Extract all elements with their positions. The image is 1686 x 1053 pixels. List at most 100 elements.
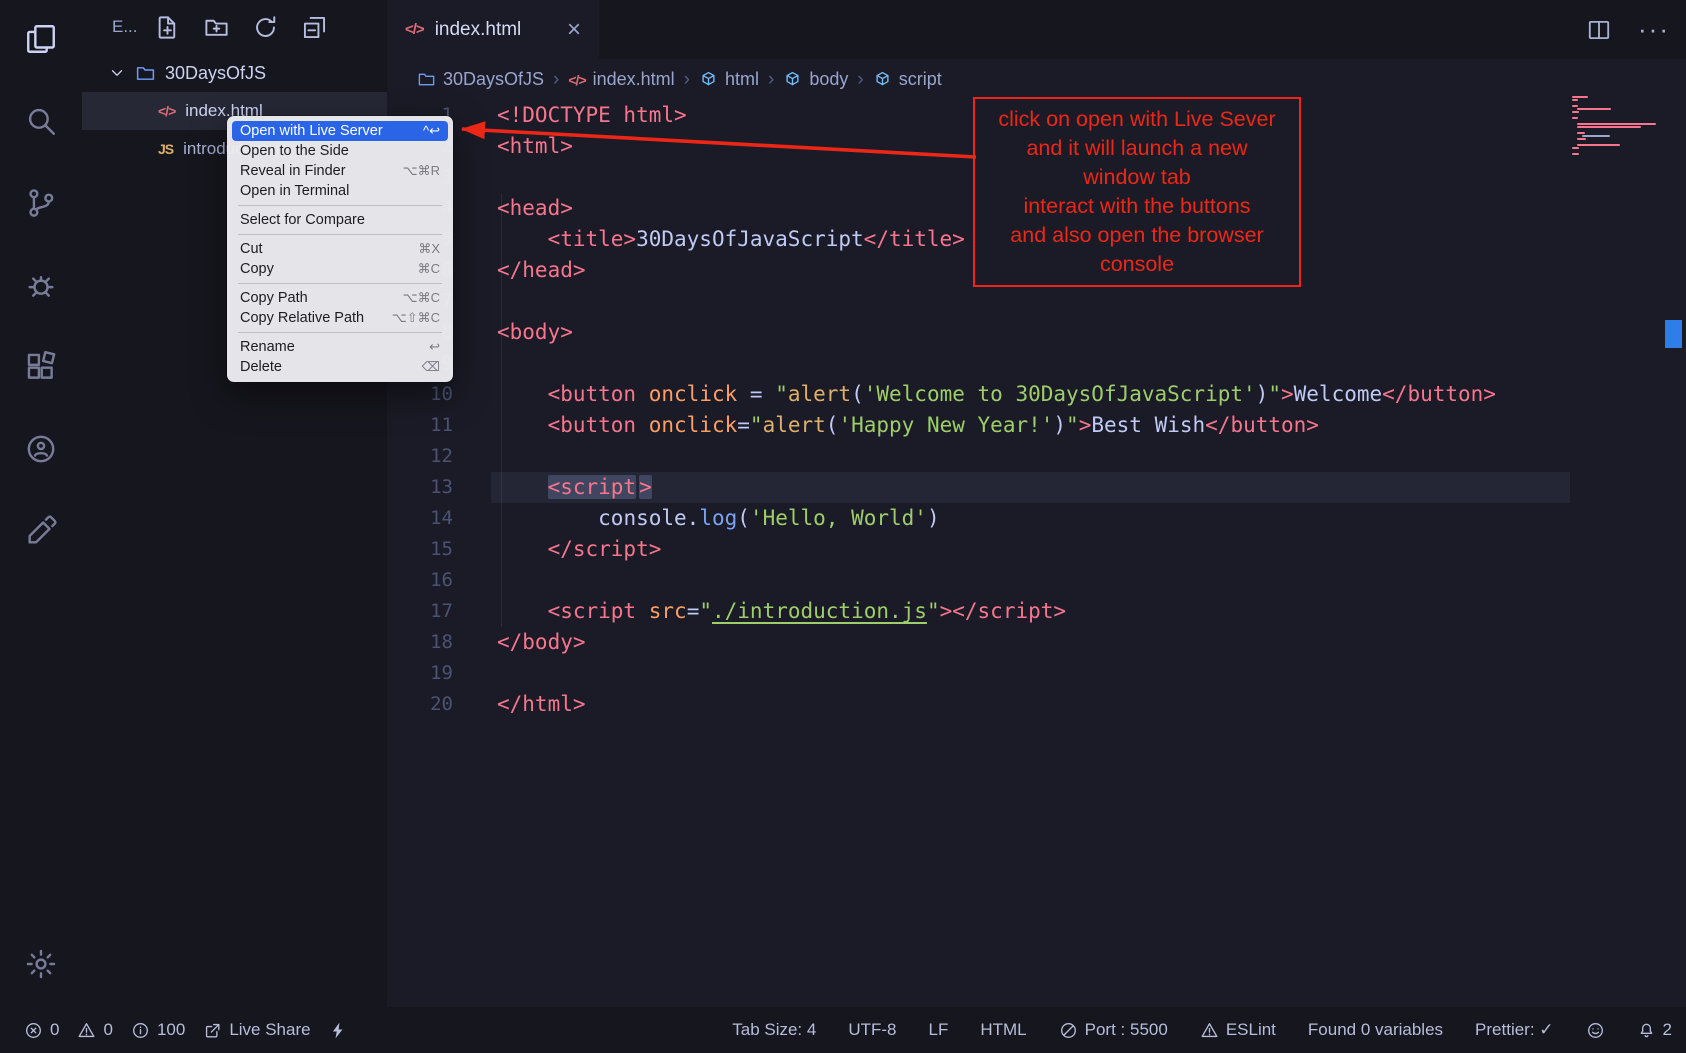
status-lightning[interactable] <box>329 1021 348 1040</box>
activity-source-control-button[interactable] <box>24 186 58 220</box>
code-line[interactable]: 12 <box>387 441 1556 472</box>
minimap-line <box>1577 138 1586 140</box>
code-text[interactable]: console.log('Hello, World') <box>497 503 940 534</box>
line-number[interactable]: 20 <box>387 689 453 720</box>
status-utf-8[interactable]: UTF-8 <box>848 1020 896 1040</box>
code-line[interactable]: 8<body> <box>387 317 1556 348</box>
more-actions-icon[interactable]: ··· <box>1638 14 1670 45</box>
code-text[interactable]: </head> <box>497 255 586 286</box>
line-number[interactable]: 13 <box>387 472 453 503</box>
status-smiley[interactable] <box>1586 1021 1605 1040</box>
line-number[interactable]: 18 <box>387 627 453 658</box>
code-text[interactable]: <html> <box>497 131 573 162</box>
folder-row-30daysofjs[interactable]: 30DaysOfJS <box>82 54 387 92</box>
scrollbar-marker[interactable] <box>1665 320 1682 348</box>
line-number[interactable]: 16 <box>387 565 453 596</box>
status-0[interactable]: 0 <box>24 1020 59 1040</box>
menu-item-open-to-the-side[interactable]: Open to the Side <box>232 141 448 161</box>
code-line[interactable]: 3 <box>387 162 1556 193</box>
status-eslint[interactable]: ESLint <box>1200 1020 1276 1040</box>
code-text[interactable]: <script> <box>497 472 652 503</box>
activity-extensions-button[interactable] <box>24 350 58 384</box>
status-live-share[interactable]: Live Share <box>203 1020 310 1040</box>
code-line[interactable]: 6</head> <box>387 255 1556 286</box>
new-file-button[interactable] <box>154 14 181 41</box>
code-text[interactable]: <button onclick="alert('Happy New Year!'… <box>497 410 1319 441</box>
annotation-box: click on open with Live Severand it will… <box>973 97 1301 287</box>
code-line[interactable]: 11 <button onclick="alert('Happy New Yea… <box>387 410 1556 441</box>
status-2[interactable]: 2 <box>1637 1020 1672 1040</box>
line-number[interactable]: 17 <box>387 596 453 627</box>
minimap[interactable] <box>1572 96 1660 155</box>
collapse-all-button[interactable] <box>301 14 328 41</box>
menu-item-cut[interactable]: Cut⌘X <box>232 239 448 259</box>
menu-item-copy[interactable]: Copy⌘C <box>232 259 448 279</box>
line-number[interactable]: 14 <box>387 503 453 534</box>
settings-gear-button[interactable] <box>24 947 58 981</box>
code-text[interactable]: <title>30DaysOfJavaScript</title> <box>497 224 965 255</box>
activity-live-share-button[interactable] <box>24 432 58 466</box>
status-0[interactable]: 0 <box>77 1020 112 1040</box>
code-text[interactable]: </html> <box>497 689 586 720</box>
code-line[interactable]: 7 <box>387 286 1556 317</box>
menu-item-rename[interactable]: Rename↩ <box>232 337 448 357</box>
menu-item-copy-path[interactable]: Copy Path⌥⌘C <box>232 288 448 308</box>
line-number[interactable]: 11 <box>387 410 453 441</box>
code-line[interactable]: 15 </script> <box>387 534 1556 565</box>
minimap-line <box>1577 126 1641 128</box>
line-number[interactable]: 15 <box>387 534 453 565</box>
code-line[interactable]: 16 <box>387 565 1556 596</box>
code-text[interactable]: <body> <box>497 317 573 348</box>
status-100[interactable]: 100 <box>131 1020 185 1040</box>
code-text[interactable]: <!DOCTYPE html> <box>497 100 687 131</box>
code-text[interactable]: <button onclick = "alert('Welcome to 30D… <box>497 379 1496 410</box>
breadcrumb-30daysofjs[interactable]: 30DaysOfJS <box>417 69 544 90</box>
code-line[interactable]: 13 <script> <box>387 472 1556 503</box>
breadcrumb-body[interactable]: body <box>783 69 848 90</box>
breadcrumb-script[interactable]: script <box>873 69 942 90</box>
code-line[interactable]: 5 <title>30DaysOfJavaScript</title> <box>387 224 1556 255</box>
status-tab-size-4[interactable]: Tab Size: 4 <box>732 1020 816 1040</box>
code-area[interactable]: 1<!DOCTYPE html>2<html>34<head>5 <title>… <box>387 100 1556 1007</box>
menu-item-delete[interactable]: Delete⌫ <box>232 357 448 377</box>
code-line[interactable]: 14 console.log('Hello, World') <box>387 503 1556 534</box>
menu-item-open-with-live-server[interactable]: Open with Live Server^↩ <box>232 121 448 141</box>
activity-run-debug-button[interactable] <box>24 268 58 302</box>
menu-shortcut: ⌘X <box>418 241 440 257</box>
code-text[interactable]: <script src="./introduction.js"></script… <box>497 596 1066 627</box>
code-text[interactable]: </script> <box>497 534 661 565</box>
split-editor-icon[interactable] <box>1586 17 1612 43</box>
code-line[interactable]: 1<!DOCTYPE html> <box>387 100 1556 131</box>
menu-item-reveal-in-finder[interactable]: Reveal in Finder⌥⌘R <box>232 161 448 181</box>
activity-annotate-button[interactable] <box>24 514 58 548</box>
breadcrumb-html[interactable]: html <box>699 69 759 90</box>
close-tab-icon[interactable]: × <box>567 18 581 42</box>
code-line[interactable]: 19 <box>387 658 1556 689</box>
code-line[interactable]: 2<html> <box>387 131 1556 162</box>
code-line[interactable]: 9 <box>387 348 1556 379</box>
line-number[interactable]: 12 <box>387 441 453 472</box>
status-lf[interactable]: LF <box>929 1020 949 1040</box>
menu-item-copy-relative-path[interactable]: Copy Relative Path⌥⇧⌘C <box>232 308 448 328</box>
breadcrumb-index-html[interactable]: </>index.html <box>568 69 674 90</box>
status-port-5500[interactable]: Port : 5500 <box>1059 1020 1168 1040</box>
activity-explorer-button[interactable] <box>24 22 58 56</box>
status-html[interactable]: HTML <box>980 1020 1026 1040</box>
activity-search-button[interactable] <box>24 104 58 138</box>
line-number[interactable]: 19 <box>387 658 453 689</box>
code-line[interactable]: 18 </body> <box>387 627 1556 658</box>
code-line[interactable]: 17 <script src="./introduction.js"></scr… <box>387 596 1556 627</box>
code-line[interactable]: 4<head> <box>387 193 1556 224</box>
code-text[interactable]: <head> <box>497 193 573 224</box>
code-line[interactable]: 20 </html> <box>387 689 1556 720</box>
status-prettier[interactable]: Prettier: ✓ <box>1475 1020 1553 1040</box>
tab-index-html[interactable]: </> index.html × <box>387 0 599 59</box>
menu-item-open-in-terminal[interactable]: Open in Terminal <box>232 181 448 201</box>
code-line[interactable]: 10 <button onclick = "alert('Welcome to … <box>387 379 1556 410</box>
new-folder-button[interactable] <box>203 14 230 41</box>
menu-item-select-for-compare[interactable]: Select for Compare <box>232 210 448 230</box>
status-found-0-variables[interactable]: Found 0 variables <box>1308 1020 1443 1040</box>
refresh-button[interactable] <box>252 14 279 41</box>
code-text[interactable]: </body> <box>497 627 586 658</box>
line-number[interactable]: 10 <box>387 379 453 410</box>
